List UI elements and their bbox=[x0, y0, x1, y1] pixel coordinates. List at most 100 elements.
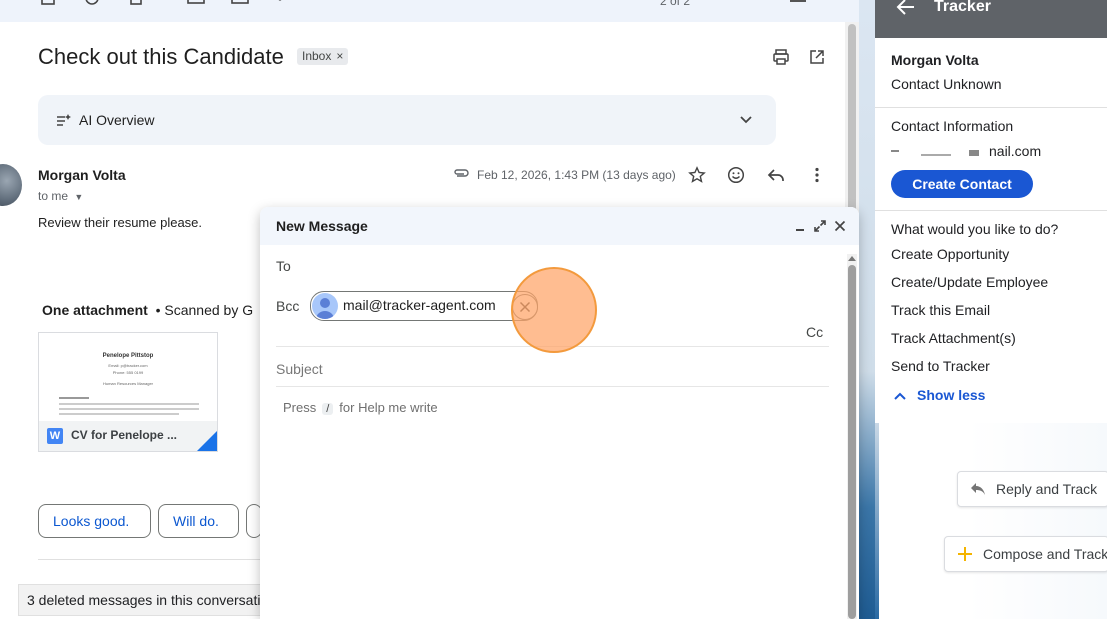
add-cc-link[interactable]: Cc bbox=[806, 324, 823, 340]
more-toolbar-icon[interactable] bbox=[272, 0, 292, 8]
tracker-divider bbox=[875, 107, 1107, 108]
reply-icon[interactable] bbox=[767, 166, 785, 184]
action-create-update-employee[interactable]: Create/Update Employee bbox=[891, 274, 1048, 290]
minimize-icon[interactable] bbox=[793, 219, 807, 233]
ai-overview-icon bbox=[56, 112, 72, 128]
older-icon[interactable] bbox=[752, 0, 772, 8]
smart-reply-looks-good[interactable]: Looks good. bbox=[38, 504, 151, 538]
recipient-summary[interactable]: to me ▼ bbox=[38, 189, 83, 203]
plus-icon bbox=[957, 546, 973, 562]
smart-reply-will-do[interactable]: Will do. bbox=[158, 504, 239, 538]
message-toolbar: 2 of 2 bbox=[0, 0, 860, 22]
preview-email: Email: p@tracker.com bbox=[108, 363, 148, 368]
action-track-email[interactable]: Track this Email bbox=[891, 302, 990, 318]
tracker-header: Tracker bbox=[875, 0, 1107, 38]
open-new-window-icon[interactable] bbox=[808, 48, 826, 66]
reply-and-track-label: Reply and Track bbox=[996, 481, 1098, 497]
message-date: Feb 12, 2026, 1:43 PM (13 days ago) bbox=[477, 168, 676, 182]
tracker-title: Tracker bbox=[934, 0, 991, 15]
message-body: Review their resume please. bbox=[38, 215, 203, 230]
subject-input[interactable] bbox=[276, 358, 816, 380]
body-hint-suffix: for Help me write bbox=[339, 400, 438, 415]
tracker-contact-status: Contact Unknown bbox=[891, 76, 1002, 92]
delete-icon[interactable] bbox=[126, 0, 146, 8]
action-send-to-tracker[interactable]: Send to Tracker bbox=[891, 358, 990, 374]
chevron-down-icon[interactable] bbox=[739, 113, 753, 127]
recipient-avatar-icon bbox=[312, 293, 338, 319]
deleted-messages-notice[interactable]: 3 deleted messages in this conversation bbox=[18, 584, 270, 616]
redacted-email bbox=[891, 144, 991, 158]
close-icon[interactable] bbox=[833, 219, 847, 233]
tracker-contact-name: Morgan Volta bbox=[891, 52, 979, 68]
attachment-heading: One attachment • Scanned by G bbox=[42, 302, 253, 318]
background-wallpaper-strip bbox=[875, 423, 879, 619]
report-spam-icon[interactable] bbox=[82, 0, 102, 8]
ai-overview-panel[interactable]: AI Overview bbox=[38, 95, 776, 145]
preview-line bbox=[59, 408, 199, 410]
compose-body[interactable]: Press / for Help me write bbox=[283, 400, 438, 415]
action-create-opportunity[interactable]: Create Opportunity bbox=[891, 246, 1009, 262]
compose-and-track-label: Compose and Track bbox=[983, 546, 1107, 562]
fullscreen-icon[interactable] bbox=[813, 219, 827, 233]
click-indicator bbox=[511, 267, 597, 353]
to-field-label[interactable]: To bbox=[276, 258, 291, 274]
background-wallpaper bbox=[859, 0, 875, 619]
preview-role: Human Resources Manager bbox=[102, 381, 154, 386]
contact-email-partial: nail.com bbox=[989, 143, 1042, 159]
reply-and-track-button[interactable]: Reply and Track bbox=[957, 471, 1107, 507]
inbox-label-chip[interactable]: Inbox × bbox=[297, 48, 349, 65]
word-document-icon: W bbox=[47, 428, 63, 444]
compose-scrollbar-thumb[interactable] bbox=[848, 265, 856, 619]
help-me-write-key: / bbox=[322, 403, 334, 415]
archive-icon[interactable] bbox=[38, 0, 58, 8]
attachment-clip-icon bbox=[452, 167, 470, 179]
preview-phone: Phone: 555 0199 bbox=[112, 370, 144, 375]
sender-name[interactable]: Morgan Volta bbox=[38, 167, 126, 183]
star-icon[interactable] bbox=[688, 166, 706, 184]
emoji-reaction-icon[interactable] bbox=[727, 166, 745, 184]
thread-divider bbox=[38, 559, 260, 560]
tracker-lower-area bbox=[875, 423, 1107, 619]
attachment-count: One attachment bbox=[42, 302, 148, 318]
recipient-details-icon[interactable]: ▼ bbox=[74, 192, 83, 202]
inbox-label-text: Inbox bbox=[302, 49, 332, 63]
show-less-link[interactable]: Show less bbox=[917, 387, 985, 403]
subject-divider bbox=[276, 386, 829, 387]
mark-unread-icon[interactable] bbox=[186, 0, 206, 8]
body-hint-prefix: Press bbox=[283, 400, 317, 415]
attachment-filename: CV for Penelope ... bbox=[71, 428, 178, 442]
preview-name: Penelope Pittstop bbox=[102, 353, 154, 359]
actions-heading: What would you like to do? bbox=[891, 221, 1059, 237]
action-track-attachments[interactable]: Track Attachment(s) bbox=[891, 330, 1016, 346]
contact-info-heading: Contact Information bbox=[891, 118, 1014, 134]
back-arrow-icon[interactable] bbox=[896, 0, 916, 16]
more-options-icon[interactable] bbox=[808, 166, 826, 184]
create-contact-button[interactable]: Create Contact bbox=[891, 170, 1033, 198]
preview-line bbox=[59, 413, 179, 415]
input-tools-icon[interactable] bbox=[788, 0, 822, 8]
bcc-recipient-chip[interactable]: mail@tracker-agent.com bbox=[310, 291, 538, 321]
preview-line bbox=[59, 397, 89, 399]
tracker-divider bbox=[875, 210, 1107, 211]
reply-arrow-icon bbox=[970, 482, 986, 496]
ai-overview-label: AI Overview bbox=[79, 112, 155, 128]
pager-count: 2 of 2 bbox=[660, 0, 691, 8]
remove-label-icon[interactable]: × bbox=[336, 49, 343, 63]
bcc-recipient-address: mail@tracker-agent.com bbox=[343, 297, 496, 313]
doc-corner-icon bbox=[197, 431, 217, 451]
chevron-up-icon[interactable] bbox=[893, 390, 907, 402]
newer-icon[interactable] bbox=[712, 0, 732, 8]
compose-title: New Message bbox=[276, 218, 368, 234]
scroll-up-arrow-icon[interactable] bbox=[848, 254, 856, 262]
email-subject: Check out this Candidate bbox=[38, 44, 284, 69]
to-me-text: to me bbox=[38, 189, 69, 203]
compose-header[interactable]: New Message bbox=[260, 207, 859, 245]
print-icon[interactable] bbox=[772, 48, 790, 66]
preview-line bbox=[59, 403, 199, 405]
snooze-icon[interactable] bbox=[230, 0, 250, 8]
compose-and-track-button[interactable]: Compose and Track bbox=[944, 536, 1107, 572]
attachment-scan-note: • Scanned by G bbox=[155, 302, 254, 318]
attachment-card[interactable]: Penelope Pittstop Email: p@tracker.com P… bbox=[38, 332, 218, 452]
bcc-field-label: Bcc bbox=[276, 298, 300, 314]
attachment-preview: Penelope Pittstop Email: p@tracker.com P… bbox=[39, 333, 217, 421]
